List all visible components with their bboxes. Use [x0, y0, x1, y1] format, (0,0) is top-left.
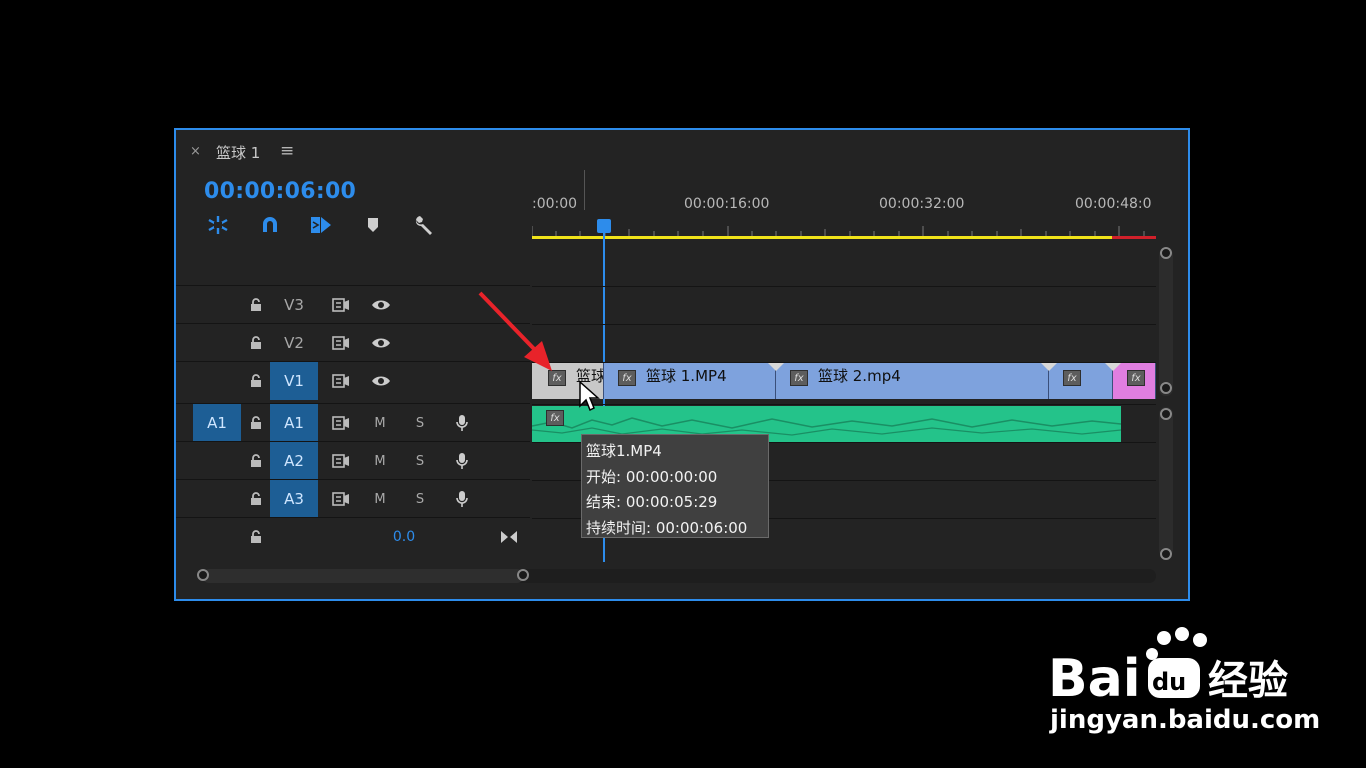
track-name-a3[interactable]: A3 [270, 480, 318, 518]
zoom-handle-right[interactable] [517, 569, 529, 581]
solo-button[interactable]: S [412, 404, 428, 442]
lock-icon[interactable] [246, 518, 266, 556]
sync-lock-icon[interactable] [330, 286, 352, 324]
scroll-handle-bottom[interactable] [1160, 548, 1172, 560]
watermark-url: jingyan.baidu.com [1050, 705, 1321, 735]
snap-in-timeline-icon[interactable] [205, 212, 231, 238]
lock-icon[interactable] [246, 480, 266, 518]
fx-badge[interactable]: fx [1127, 370, 1145, 386]
microphone-icon[interactable] [452, 480, 472, 518]
track-name-v1[interactable]: V1 [270, 362, 318, 400]
track-header-a3: A3 M S [176, 479, 530, 518]
tooltip-end: 结束: 00:00:05:29 [586, 493, 718, 511]
sync-lock-icon[interactable] [330, 480, 352, 518]
horizontal-scroll-thumb[interactable] [202, 569, 524, 583]
scroll-handle-top[interactable] [1160, 247, 1172, 259]
audio-vertical-scrollbar[interactable] [1159, 407, 1173, 557]
track-name-a1[interactable]: A1 [270, 404, 318, 442]
svg-text:du: du [1152, 668, 1186, 696]
eye-icon[interactable] [369, 324, 393, 362]
ruler-label-48: 00:00:48:0 [1075, 196, 1152, 212]
source-patch-a1[interactable]: A1 [193, 404, 241, 442]
mouse-cursor-icon [579, 380, 600, 412]
scroll-handle-bottom[interactable] [1160, 382, 1172, 394]
work-area-unrendered [1112, 236, 1156, 239]
lock-icon[interactable] [246, 442, 266, 480]
sync-lock-icon[interactable] [330, 362, 352, 400]
lock-icon[interactable] [246, 404, 266, 442]
ruler-edit-line [584, 170, 585, 210]
track-header-master: 0.0 [176, 517, 530, 556]
track-name-a2[interactable]: A2 [270, 442, 318, 480]
v1-clip-row: fx 篮球 fx 篮球 1.MP4 fx 篮球 2.mp4 fx fx [532, 363, 1156, 399]
lock-icon[interactable] [246, 286, 266, 324]
linked-selection-icon[interactable] [308, 212, 334, 238]
panel-menu-icon[interactable]: ≡ [280, 141, 294, 161]
fx-badge[interactable]: fx [618, 370, 636, 386]
fx-badge[interactable]: fx [1063, 370, 1081, 386]
zoom-handle-left[interactable] [197, 569, 209, 581]
solo-button[interactable]: S [412, 480, 428, 518]
ruler-label-0: :00:00 [532, 196, 578, 212]
clip-video-4[interactable]: fx [1049, 363, 1113, 399]
ruler-label-16: 00:00:16:00 [684, 196, 770, 212]
time-ruler[interactable]: :00:00 00:00:16:00 00:00:32:00 00:00:48:… [532, 170, 1158, 240]
fx-badge[interactable]: fx [790, 370, 808, 386]
sync-lock-icon[interactable] [330, 324, 352, 362]
ruler-ticks [532, 226, 1145, 236]
microphone-icon[interactable] [452, 442, 472, 480]
red-arrow-annotation [478, 291, 552, 371]
sequence-tab-title[interactable]: 篮球 1 [216, 142, 260, 163]
eye-icon[interactable] [369, 286, 393, 324]
transition-marker[interactable] [768, 363, 784, 371]
clip-tooltip: 篮球1.MP4 开始: 00:00:00:00 结束: 00:00:05:29 … [581, 434, 769, 538]
transition-marker[interactable] [1105, 363, 1121, 371]
video-vertical-scrollbar[interactable] [1159, 248, 1173, 396]
solo-button[interactable]: S [412, 442, 428, 480]
clip-basketball-1[interactable]: fx 篮球 1.MP4 [604, 363, 776, 399]
mute-button[interactable]: M [372, 442, 388, 480]
wrench-icon[interactable] [411, 212, 437, 238]
close-tab-icon[interactable]: × [190, 144, 201, 159]
tooltip-clip-name: 篮球1.MP4 [586, 442, 662, 460]
lock-icon[interactable] [246, 362, 266, 400]
clip-label: 篮球 2.mp4 [818, 367, 901, 385]
eye-icon[interactable] [369, 362, 393, 400]
master-volume-value[interactable]: 0.0 [382, 518, 426, 556]
svg-text:经验: 经验 [1208, 658, 1288, 704]
track-name-v3[interactable]: V3 [270, 286, 318, 324]
clip-label: 篮球 1.MP4 [646, 367, 727, 385]
baidu-jingyan-logo: Bai du 经验 [1048, 627, 1288, 706]
mute-button[interactable]: M [372, 480, 388, 518]
microphone-icon[interactable] [452, 404, 472, 442]
work-area-bar[interactable] [532, 236, 1112, 239]
track-header-a1: A1 A1 M S [176, 403, 530, 442]
track-header-a2: A2 M S [176, 441, 530, 480]
tooltip-start: 开始: 00:00:00:00 [586, 467, 718, 486]
mute-button[interactable]: M [372, 404, 388, 442]
tooltip-duration: 持续时间: 00:00:06:00 [586, 518, 748, 537]
ruler-label-32: 00:00:32:00 [879, 196, 965, 212]
scroll-handle-top[interactable] [1160, 408, 1172, 420]
svg-text:Bai: Bai [1048, 649, 1141, 706]
transition-marker[interactable] [1041, 363, 1057, 371]
lock-icon[interactable] [246, 324, 266, 362]
fx-badge[interactable]: fx [546, 410, 564, 426]
playhead-timecode[interactable]: 00:00:06:00 [204, 179, 356, 204]
sync-lock-icon[interactable] [330, 404, 352, 442]
clip-basketball-2[interactable]: fx 篮球 2.mp4 [776, 363, 1049, 399]
track-name-v2[interactable]: V2 [270, 324, 318, 362]
sync-lock-icon[interactable] [330, 442, 352, 480]
timeline-panel: × 篮球 1 ≡ 00:00:06:00 :00:00 00:00:16:00 … [174, 128, 1190, 601]
add-marker-icon[interactable] [360, 212, 386, 238]
magnet-icon[interactable] [257, 212, 283, 238]
go-to-in-out-icon[interactable] [498, 518, 520, 556]
